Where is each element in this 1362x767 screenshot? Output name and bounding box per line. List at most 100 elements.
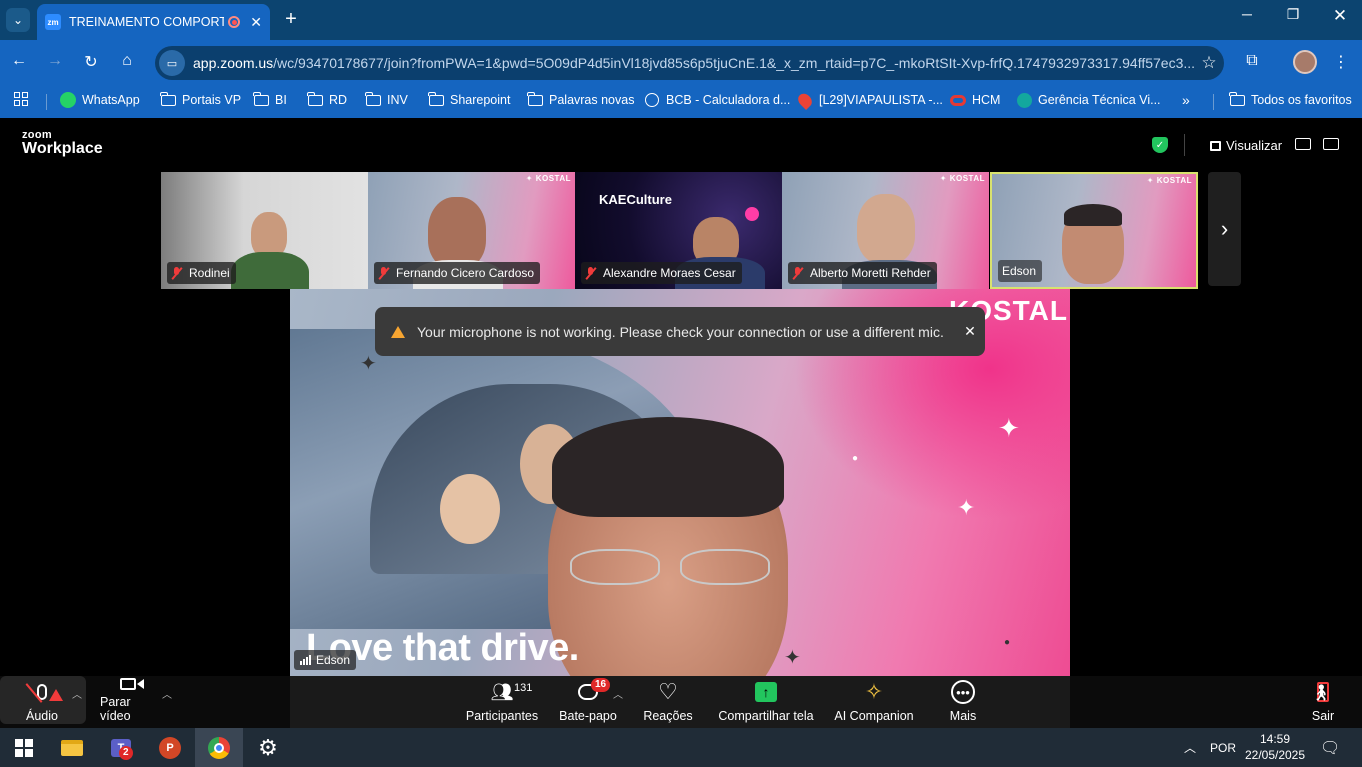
reload-button[interactable]: ↻ <box>80 52 102 72</box>
toast-close-icon[interactable]: ✕ <box>955 323 985 340</box>
folder-icon <box>252 91 269 108</box>
bookmark-bcb[interactable]: BCB - Calculadora d... <box>644 92 790 108</box>
video-label: Parar vídeo <box>100 695 131 723</box>
restore-button[interactable]: ❐ <box>1278 6 1308 23</box>
share-screen-button[interactable]: ↑ Compartilhar tela <box>716 676 816 728</box>
participant-tile-alexandre[interactable]: KAECulture Alexandre Moraes Cesar <box>575 172 782 289</box>
chat-label: Bate-papo <box>559 709 617 723</box>
apps-grid-icon[interactable] <box>14 92 28 106</box>
bookmark-todos-favoritos[interactable]: Todos os favoritos <box>1228 91 1352 108</box>
bookmark-label: BI <box>275 93 287 107</box>
bookmark-whatsapp[interactable]: WhatsApp <box>60 92 140 108</box>
bookmark-sharepoint[interactable]: Sharepoint <box>427 91 511 108</box>
chat-options-chevron-icon[interactable]: ︿ <box>613 686 623 701</box>
kostal-brand-tag: ✦ KOSTAL <box>1146 176 1192 185</box>
participant-video <box>428 197 486 269</box>
window-close-button[interactable]: ✕ <box>1325 6 1355 26</box>
site-info-icon[interactable]: ▭ <box>159 50 185 76</box>
bookmark-label: Portais VP <box>182 93 242 107</box>
tab-close-icon[interactable]: ✕ <box>250 14 262 31</box>
bookmark-gerencia-tecnica[interactable]: Gerência Técnica Vi... <box>1016 92 1161 108</box>
new-tab-button[interactable]: + <box>280 8 302 30</box>
participant-video <box>857 194 915 264</box>
more-button[interactable]: ••• Mais <box>942 676 984 728</box>
teams-button[interactable]: T 2 <box>97 728 145 767</box>
chrome-button[interactable] <box>195 728 243 767</box>
bookmark-viapaulista[interactable]: [L29]VIAPAULISTA -... <box>795 90 943 110</box>
folder-icon <box>1228 91 1245 108</box>
ai-companion-button[interactable]: ✧ AI Companion <box>832 676 916 728</box>
tray-overflow-chevron-icon[interactable]: ︿ <box>1184 728 1196 767</box>
zoom-workplace-logo: zoom Workplace <box>22 130 103 157</box>
gear-icon: ⚙ <box>258 734 278 760</box>
bookmark-label: HCM <box>972 93 1001 107</box>
language-indicator[interactable]: POR <box>1210 728 1236 767</box>
audio-options-chevron-icon[interactable]: ︿ <box>72 686 82 701</box>
file-explorer-icon <box>61 739 83 756</box>
bookmark-hcm[interactable]: HCM <box>950 92 1000 108</box>
main-speaker-name: Edson <box>316 653 351 667</box>
notifications-icon[interactable]: 🗨︎ <box>1320 728 1340 767</box>
speaker-glasses <box>560 549 780 589</box>
audio-button[interactable]: Áudio <box>18 676 66 728</box>
participant-tile-rodinei[interactable]: Rodinei <box>161 172 368 289</box>
participant-name: Alberto Moretti Rehder <box>810 266 931 280</box>
minimize-button[interactable]: ─ <box>1232 6 1262 22</box>
bookmark-bi[interactable]: BI <box>252 91 287 108</box>
browser-tab-strip: ⌄ zm TREINAMENTO COMPORTA ✕ + ─ ❐ ✕ <box>0 0 1362 40</box>
bookmark-separator <box>46 94 47 110</box>
header-divider <box>1184 134 1185 156</box>
stop-video-button[interactable]: Parar vídeo <box>100 676 164 728</box>
view-label: Visualizar <box>1226 138 1283 153</box>
address-bar[interactable]: ▭ app.zoom.us/wc/93470178677/join?fromPW… <box>155 46 1224 80</box>
picture-in-picture-icon[interactable] <box>1295 138 1311 150</box>
fullscreen-icon[interactable] <box>1323 138 1339 150</box>
windows-taskbar: T 2 P ⚙ ︿ POR 14:59 22/05/2025 🗨︎ <box>0 728 1362 767</box>
leave-button[interactable]: 🚶︎ Sair <box>1306 676 1340 728</box>
folder-icon <box>427 91 444 108</box>
powerpoint-button[interactable]: P <box>146 728 194 767</box>
forward-button[interactable]: → <box>44 52 66 70</box>
browser-tab-zoom[interactable]: zm TREINAMENTO COMPORTA ✕ <box>37 4 270 40</box>
video-options-chevron-icon[interactable]: ︿ <box>162 686 172 701</box>
participant-tile-alberto[interactable]: ✦ KOSTAL Alberto Moretti Rehder <box>782 172 989 289</box>
reactions-button[interactable]: ♡ Reações <box>642 676 694 728</box>
windows-logo-icon <box>15 738 33 757</box>
folder-icon <box>306 91 323 108</box>
participant-tile-edson[interactable]: ✦ KOSTAL Edson <box>990 172 1198 289</box>
oracle-icon <box>950 92 966 108</box>
file-explorer-button[interactable] <box>48 728 96 767</box>
tab-search-chevron-icon[interactable]: ⌄ <box>6 8 30 32</box>
sparkle-icon: ● <box>1004 637 1011 648</box>
settings-button[interactable]: ⚙ <box>244 728 292 767</box>
bookmark-label: Sharepoint <box>450 93 511 107</box>
browser-menu-icon[interactable]: ⋮ <box>1329 52 1353 72</box>
map-pin-icon <box>795 90 815 110</box>
bookmark-portais-vp[interactable]: Portais VP <box>159 91 242 108</box>
system-clock[interactable]: 14:59 22/05/2025 <box>1244 731 1306 763</box>
bookmark-rd[interactable]: RD <box>306 91 347 108</box>
bookmark-palavras-novas[interactable]: Palavras novas <box>526 91 634 108</box>
profile-avatar[interactable] <box>1293 50 1317 74</box>
start-button[interactable] <box>0 728 48 767</box>
home-button[interactable]: ⌂ <box>116 52 138 70</box>
bookmark-star-icon[interactable]: ☆ <box>1194 53 1224 73</box>
sharepoint-icon <box>1016 92 1032 108</box>
warning-icon <box>391 325 405 338</box>
powerpoint-icon: P <box>159 736 181 759</box>
back-button[interactable]: ← <box>8 52 30 70</box>
browser-toolbar: ← → ↻ ⌂ ▭ app.zoom.us/wc/93470178677/joi… <box>0 40 1362 86</box>
participant-tile-fernando[interactable]: ✦ KOSTAL Fernando Cicero Cardoso <box>368 172 575 289</box>
bookmark-label: [L29]VIAPAULISTA -... <box>819 93 943 107</box>
next-page-chevron-icon[interactable]: › <box>1208 172 1241 286</box>
extensions-icon[interactable]: ⧉ <box>1240 52 1264 70</box>
kaeculture-logo: KAECulture <box>599 192 672 207</box>
sparkle-icon: ✦ <box>784 647 801 669</box>
recording-indicator-icon <box>228 16 241 28</box>
participants-label: Participantes <box>465 709 539 723</box>
bookmarks-overflow-icon[interactable]: » <box>1182 92 1190 108</box>
encryption-shield-icon[interactable]: ✓ <box>1152 137 1168 153</box>
view-button[interactable]: Visualizar <box>1210 138 1282 153</box>
mic-muted-icon <box>585 266 597 280</box>
bookmark-inv[interactable]: INV <box>364 91 408 108</box>
